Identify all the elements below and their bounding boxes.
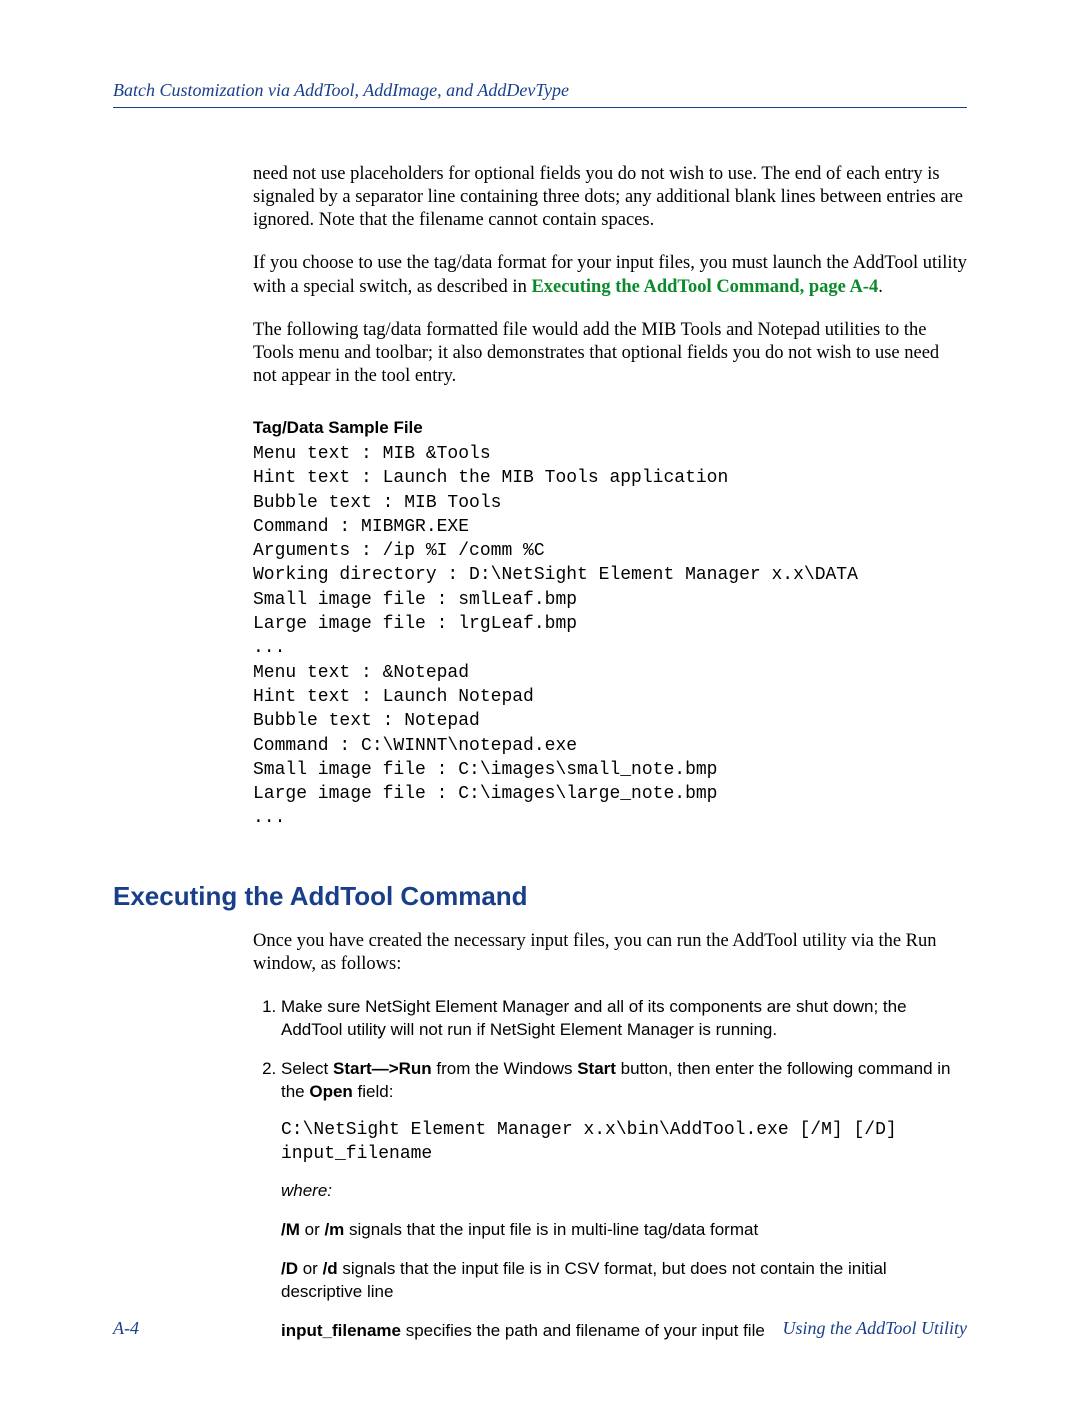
bold-run: /m — [324, 1220, 344, 1239]
text-run: Select — [281, 1059, 333, 1078]
switch-description: /D or /d signals that the input file is … — [281, 1258, 967, 1304]
bold-run: /M — [281, 1220, 300, 1239]
bold-run: /d — [323, 1259, 338, 1278]
text-run: . — [878, 277, 883, 297]
where-label: where: — [281, 1180, 967, 1203]
command-block: C:\NetSight Element Manager x.x\bin\AddT… — [281, 1118, 967, 1167]
text-run: signals that the input file is in CSV fo… — [281, 1259, 887, 1301]
step-item: Make sure NetSight Element Manager and a… — [281, 996, 967, 1042]
section-body: Once you have created the necessary inpu… — [253, 930, 967, 1343]
paragraph: The following tag/data formatted file wo… — [253, 319, 967, 388]
step-text: Select Start—>Run from the Windows Start… — [281, 1059, 950, 1101]
text-run: signals that the input file is in multi-… — [344, 1220, 758, 1239]
page-number: A-4 — [113, 1318, 139, 1339]
body-block: need not use placeholders for optional f… — [253, 163, 967, 831]
step-item: Select Start—>Run from the Windows Start… — [281, 1058, 967, 1343]
document-title: Using the AddTool Utility — [782, 1318, 967, 1339]
page-footer: A-4 Using the AddTool Utility — [113, 1318, 967, 1339]
bold-run: /D — [281, 1259, 298, 1278]
cross-reference-link[interactable]: Executing the AddTool Command, page A-4 — [531, 277, 878, 297]
running-header: Batch Customization via AddTool, AddImag… — [113, 80, 967, 108]
steps-list: Make sure NetSight Element Manager and a… — [253, 996, 967, 1343]
sample-file-heading: Tag/Data Sample File — [253, 418, 967, 438]
paragraph: If you choose to use the tag/data format… — [253, 252, 967, 298]
text-run: or — [300, 1220, 325, 1239]
bold-run: Start — [577, 1059, 616, 1078]
bold-run: Start—>Run — [333, 1059, 432, 1078]
page: Batch Customization via AddTool, AddImag… — [0, 0, 1080, 1419]
text-run: field: — [353, 1082, 394, 1101]
sample-code-block: Menu text : MIB &Tools Hint text : Launc… — [253, 442, 967, 831]
section-heading: Executing the AddTool Command — [113, 881, 967, 912]
switch-description: /M or /m signals that the input file is … — [281, 1219, 967, 1242]
paragraph: Once you have created the necessary inpu… — [253, 930, 967, 976]
text-run: or — [298, 1259, 323, 1278]
paragraph: need not use placeholders for optional f… — [253, 163, 967, 232]
step-text: Make sure NetSight Element Manager and a… — [281, 997, 907, 1039]
bold-run: Open — [309, 1082, 352, 1101]
text-run: from the Windows — [432, 1059, 578, 1078]
